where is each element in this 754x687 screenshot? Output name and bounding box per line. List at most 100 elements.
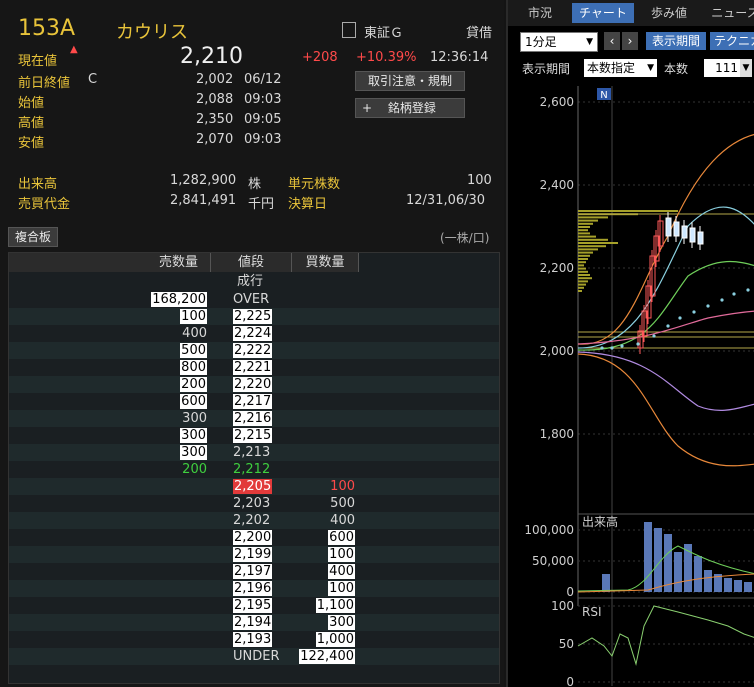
sell-qty[interactable]: 168,200 [151, 292, 207, 307]
buy-qty[interactable]: 100 [297, 547, 355, 562]
price[interactable]: 2,205 [233, 479, 273, 494]
price-chart[interactable]: 2,600 2,400 2,200 2,000 1,800 N 出来高 100,000 50,0… [508, 86, 754, 686]
book-row[interactable]: 200 2,212 [9, 461, 499, 478]
price[interactable]: 2,221 [233, 360, 273, 375]
buy-qty[interactable] [297, 394, 355, 409]
price[interactable]: OVER [233, 292, 269, 307]
book-row[interactable]: 2,197 400 [9, 563, 499, 580]
price[interactable]: 2,194 [233, 615, 273, 630]
tab-news[interactable]: ニュース [704, 3, 754, 23]
sell-qty[interactable]: 200 [182, 462, 207, 477]
sell-qty[interactable]: 500 [180, 343, 207, 358]
book-row[interactable]: 600 2,217 [9, 393, 499, 410]
technical-button[interactable]: テクニカ [710, 32, 754, 50]
book-row[interactable]: 200 2,220 [9, 376, 499, 393]
price[interactable]: 2,222 [233, 343, 273, 358]
price[interactable]: 2,199 [233, 547, 273, 562]
register-button[interactable]: + 銘柄登録 [355, 98, 465, 118]
buy-qty[interactable]: 500 [297, 496, 355, 511]
buy-qty[interactable] [297, 377, 355, 392]
book-row[interactable]: 2,205 100 [9, 478, 499, 495]
price[interactable]: 2,225 [233, 309, 273, 324]
volume-tick-label: 0 [566, 585, 574, 599]
price[interactable]: 2,213 [233, 445, 270, 460]
sell-qty[interactable]: 200 [180, 377, 207, 392]
buy-qty[interactable]: 400 [297, 564, 355, 579]
price[interactable]: 2,196 [233, 581, 273, 596]
price[interactable]: 2,216 [233, 411, 273, 426]
price[interactable]: 2,203 [233, 496, 270, 511]
book-row[interactable]: 2,195 1,100 [9, 597, 499, 614]
book-row[interactable]: 2,193 1,000 [9, 631, 499, 648]
buy-qty[interactable] [297, 292, 355, 307]
book-row[interactable]: 100 2,225 [9, 308, 499, 325]
volume-tick-label: 100,000 [524, 523, 574, 537]
interval-select[interactable]: 1分足 ▼ [520, 32, 598, 52]
book-row[interactable]: 400 2,224 [9, 325, 499, 342]
book-row[interactable]: 300 2,216 [9, 410, 499, 427]
book-row[interactable]: 500 2,222 [9, 342, 499, 359]
price[interactable]: 2,212 [233, 462, 270, 477]
buy-qty[interactable]: 122,400 [297, 649, 355, 664]
buy-qty[interactable] [297, 445, 355, 460]
buy-qty[interactable]: 100 [297, 581, 355, 596]
period-select[interactable]: 本数指定 ▼ [584, 59, 657, 77]
price[interactable]: 2,197 [233, 564, 273, 579]
buy-qty[interactable] [297, 411, 355, 426]
price[interactable]: 2,195 [233, 598, 273, 613]
buy-qty[interactable]: 300 [297, 615, 355, 630]
buy-qty-value: 400 [328, 564, 355, 579]
sell-qty[interactable]: 300 [182, 411, 207, 426]
buy-qty[interactable] [297, 326, 355, 341]
turnover-label: 売買代金 [18, 197, 71, 212]
price[interactable]: 2,200 [233, 530, 273, 545]
count-dropdown-icon[interactable]: ▼ [740, 59, 752, 77]
next-button[interactable]: › [622, 32, 638, 50]
price[interactable]: 2,202 [233, 513, 270, 528]
book-row[interactable]: 2,200 600 [9, 529, 499, 546]
sell-qty[interactable]: 300 [180, 428, 207, 443]
sell-qty[interactable]: 800 [180, 360, 207, 375]
book-row[interactable]: 800 2,221 [9, 359, 499, 376]
buy-qty[interactable] [297, 428, 355, 443]
composite-board-button[interactable]: 複合板 [8, 227, 58, 247]
document-icon[interactable] [342, 22, 356, 38]
sell-qty[interactable]: 300 [180, 445, 207, 460]
tab-ticks[interactable]: 歩み値 [638, 3, 700, 23]
tab-market[interactable]: 市況 [512, 3, 568, 23]
price[interactable]: UNDER [233, 649, 280, 664]
buy-qty[interactable] [297, 360, 355, 375]
trading-notes-button[interactable]: 取引注意・規制 [355, 71, 465, 91]
book-row[interactable]: 168,200 OVER [9, 291, 499, 308]
book-row[interactable]: 2,203 500 [9, 495, 499, 512]
buy-qty[interactable] [297, 343, 355, 358]
book-row[interactable]: 300 2,215 [9, 427, 499, 444]
price-value: 2,217 [233, 394, 273, 409]
price[interactable]: 2,224 [233, 326, 273, 341]
book-row[interactable]: 2,194 300 [9, 614, 499, 631]
display-period-button[interactable]: 表示期間 [646, 32, 706, 50]
price[interactable]: 2,215 [233, 428, 273, 443]
buy-qty[interactable]: 400 [297, 513, 355, 528]
book-row[interactable]: 300 2,213 [9, 444, 499, 461]
price[interactable]: 2,217 [233, 394, 273, 409]
book-row[interactable]: 2,196 100 [9, 580, 499, 597]
sell-qty[interactable]: 400 [182, 326, 207, 341]
tab-chart[interactable]: チャート [572, 3, 634, 23]
book-row[interactable]: 2,202 400 [9, 512, 499, 529]
buy-qty[interactable]: 1,100 [297, 598, 355, 613]
price[interactable]: 2,220 [233, 377, 273, 392]
buy-qty-value: 600 [328, 530, 355, 545]
count-input[interactable]: 111 [704, 59, 740, 77]
sell-qty[interactable]: 100 [180, 309, 207, 324]
book-row[interactable]: UNDER 122,400 [9, 648, 499, 665]
buy-qty[interactable]: 1,000 [297, 632, 355, 647]
buy-qty[interactable]: 100 [297, 479, 355, 494]
prev-button[interactable]: ‹ [604, 32, 620, 50]
buy-qty[interactable] [297, 309, 355, 324]
book-row[interactable]: 2,199 100 [9, 546, 499, 563]
buy-qty[interactable]: 600 [297, 530, 355, 545]
price[interactable]: 2,193 [233, 632, 273, 647]
sell-qty[interactable]: 600 [180, 394, 207, 409]
buy-qty[interactable] [297, 462, 355, 477]
